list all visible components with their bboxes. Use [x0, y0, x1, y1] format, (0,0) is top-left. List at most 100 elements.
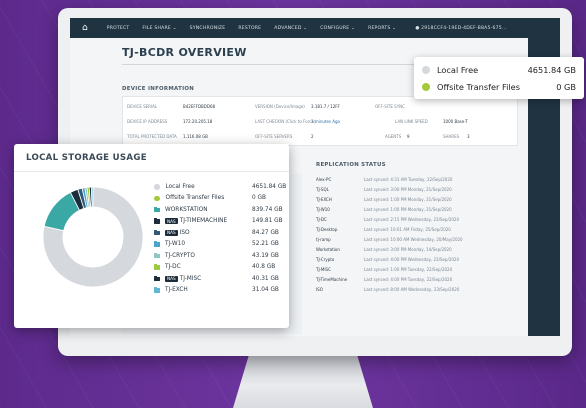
- protected-label: TOTAL PROTECTED DATA: [127, 133, 177, 139]
- storage-legend-item[interactable]: TJ-W10 52.21 GB: [154, 239, 286, 251]
- storage-item-value: 4651.84 GB: [252, 183, 287, 190]
- nas-badge: NAS: [165, 218, 178, 225]
- storage-item-label: TJ-CRYPTO: [165, 252, 195, 259]
- storage-donut-chart[interactable]: [38, 182, 148, 292]
- storage-item-value: 0 GB: [252, 195, 266, 202]
- replication-row: ISO Last synced: 8:00 AM Wednesday, 23/Se…: [316, 284, 516, 294]
- protected-value: 1,116.08 GB: [183, 133, 208, 139]
- legend-dot-icon: [154, 195, 160, 201]
- storage-heading: LOCAL STORAGE USAGE: [14, 144, 289, 172]
- folder-icon: [154, 229, 160, 235]
- storage-item-label: TJ-MISC: [179, 275, 202, 282]
- storage-item-value: 52.21 GB: [252, 241, 279, 248]
- replication-agent-name[interactable]: Workstation: [316, 247, 364, 252]
- replication-row: TJ-DC Last synced: 2:15 PM Wednesday, 23/…: [316, 214, 516, 224]
- replication-agent-name[interactable]: TJ-W10: [316, 207, 364, 212]
- storage-legend-item[interactable]: NAS ISO 84.27 GB: [154, 227, 286, 239]
- ip-value: 172.20.205.18: [183, 118, 213, 124]
- replication-last-synced: Last synced: 4:00 PM Tuesday, 22/Sep/202…: [364, 276, 453, 282]
- replication-agent-name[interactable]: TJ-SQL: [316, 187, 364, 192]
- storage-legend-item[interactable]: WORKSTATION 839.74 GB: [154, 204, 286, 216]
- storage-item-value: 40.31 GB: [252, 275, 279, 282]
- storage-item-label: TJ-DC: [165, 264, 181, 271]
- nav-configure[interactable]: CONFIGURE ⌄: [320, 26, 355, 31]
- offsite-servers-value: 2: [311, 133, 314, 139]
- link-speed-value: 1000 Base-T: [443, 118, 468, 124]
- replication-row: TJ-MISC Last synced: 1:00 PM Tuesday, 22/…: [316, 264, 516, 274]
- storage-item-label: TJ-W10: [165, 241, 186, 248]
- folder-icon: [154, 264, 160, 270]
- replication-last-synced: Last synced: 10:00 AM Wednesday, 20/May/…: [364, 236, 463, 242]
- replication-row: TJ-TimeMachine Last synced: 4:00 PM Tuesd…: [316, 274, 516, 284]
- agents-label: AGENTS: [385, 133, 402, 139]
- agents-value: 9: [407, 133, 410, 139]
- nav-reports[interactable]: REPORTS ⌄: [368, 26, 396, 31]
- nav-advanced[interactable]: ADVANCED ⌄: [274, 26, 307, 31]
- folder-icon: [154, 275, 160, 281]
- monitor-stand: [233, 352, 373, 408]
- replication-agent-name[interactable]: TJ-Desktop: [316, 227, 364, 232]
- offsite-dot-icon: [422, 82, 430, 91]
- legend-label: Local Free: [437, 64, 479, 75]
- legend-value: 4651.84 GB: [527, 64, 576, 75]
- offsite-sync-label: OFF-SITE SYNC: [375, 103, 405, 109]
- storage-item-label: Offsite Transfer Files: [165, 195, 225, 202]
- nav-restore[interactable]: RESTORE: [238, 26, 261, 31]
- replication-last-synced: Last synced: 10:01 AM Friday, 25/Sep/202…: [364, 226, 451, 232]
- storage-legend-item[interactable]: NAS TJ-MISC 40.31 GB: [154, 273, 286, 285]
- offsite-servers-label: OFF-SITE SERVERS: [255, 133, 293, 139]
- ip-label: DEVICE IP ADDRESS: [127, 118, 168, 124]
- replication-heading: REPLICATION STATUS: [316, 162, 386, 168]
- storage-item-value: 84.27 GB: [252, 229, 279, 236]
- replication-agent-name[interactable]: TJ-MISC: [316, 267, 364, 272]
- replication-agent-name[interactable]: TJ-DC: [316, 217, 364, 222]
- replication-agent-name[interactable]: ISO: [316, 287, 364, 292]
- replication-row: TJ-EXCH Last synced: 1:00 PM Monday, 21/S…: [316, 194, 516, 204]
- legend-dot-icon: [154, 184, 160, 190]
- storage-item-label: ISO: [179, 229, 190, 236]
- storage-item-value: 839.74 GB: [252, 206, 283, 213]
- replication-row: Alex-PC Last synced: 4:31 AM Tuesday, 22/…: [316, 174, 516, 184]
- nav-protect[interactable]: PROTECT: [107, 26, 130, 31]
- replication-agent-name[interactable]: Alex-PC: [316, 177, 364, 182]
- replication-agent-name[interactable]: tj-ramp: [316, 237, 364, 242]
- folder-icon: [154, 252, 160, 258]
- storage-legend-item[interactable]: Local Free 4651.84 GB: [154, 181, 286, 193]
- checkin-link[interactable]: 3 minutes Ago: [311, 119, 340, 124]
- checkin-label: LAST CHECKIN (Click to Force): [255, 118, 316, 124]
- local-storage-card: LOCAL STORAGE USAGE Local Free 4651.84 GB…: [14, 144, 289, 328]
- legend-label: Offsite Transfer Files: [437, 81, 520, 92]
- serial-label: DEVICE SERIAL: [127, 103, 158, 109]
- replication-agent-name[interactable]: TJ-EXCH: [316, 197, 364, 202]
- replication-agent-name[interactable]: TJ-Crypto: [316, 257, 364, 262]
- storage-item-value: 31.04 GB: [252, 287, 279, 294]
- local-free-dot-icon: [422, 65, 430, 74]
- replication-last-synced: Last synced: 8:00 AM Wednesday, 23/Sep/2…: [364, 286, 460, 292]
- storage-legend-item[interactable]: Offsite Transfer Files 0 GB: [154, 193, 286, 205]
- folder-icon: [154, 206, 160, 212]
- replication-last-synced: Last synced: 2:15 PM Wednesday, 23/Sep/2…: [364, 216, 460, 222]
- storage-legend-list: Local Free 4651.84 GB Offsite Transfer Fil…: [154, 181, 286, 296]
- storage-legend-item[interactable]: NAS TJ-TIMEMACHINE 149.81 GB: [154, 216, 286, 228]
- storage-item-value: 149.81 GB: [252, 218, 283, 225]
- shares-value: 3: [467, 133, 470, 139]
- storage-legend-item[interactable]: TJ-CRYPTO 43.19 GB: [154, 250, 286, 262]
- nav-file-share[interactable]: FILE SHARE ⌄: [142, 26, 176, 31]
- storage-legend-item[interactable]: TJ-EXCH 31.04 GB: [154, 285, 286, 297]
- replication-last-synced: Last synced: 1:00 PM Monday, 21/Sep/2020: [364, 206, 452, 212]
- home-icon[interactable]: ⌂: [82, 23, 88, 33]
- replication-last-synced: Last synced: 4:00 PM Wednesday, 23/Sep/2…: [364, 256, 460, 262]
- storage-legend-item[interactable]: TJ-DC 40.8 GB: [154, 262, 286, 274]
- info-row-3: TOTAL PROTECTED DATA 1,116.08 GB OFF-SIT…: [127, 129, 517, 143]
- nas-badge: NAS: [165, 275, 178, 282]
- replication-row: TJ-Crypto Last synced: 4:00 PM Wednesday,…: [316, 254, 516, 264]
- nav-synchronize[interactable]: SYNCHRONIZE: [190, 26, 226, 31]
- user-id: 2918CCF4-19ED-4DEF-B8A5-675...: [421, 25, 507, 31]
- storage-item-value: 43.19 GB: [252, 252, 279, 259]
- storage-item-label: WORKSTATION: [165, 206, 208, 213]
- folder-icon: [154, 218, 160, 224]
- replication-row: TJ-W10 Last synced: 1:00 PM Monday, 21/Se…: [316, 204, 516, 214]
- replication-last-synced: Last synced: 1:00 PM Monday, 21/Sep/2020: [364, 196, 452, 202]
- replication-agent-name[interactable]: TJ-TimeMachine: [316, 277, 364, 282]
- user-menu[interactable]: ● 2918CCF4-19ED-4DEF-B8A5-675...: [415, 26, 507, 31]
